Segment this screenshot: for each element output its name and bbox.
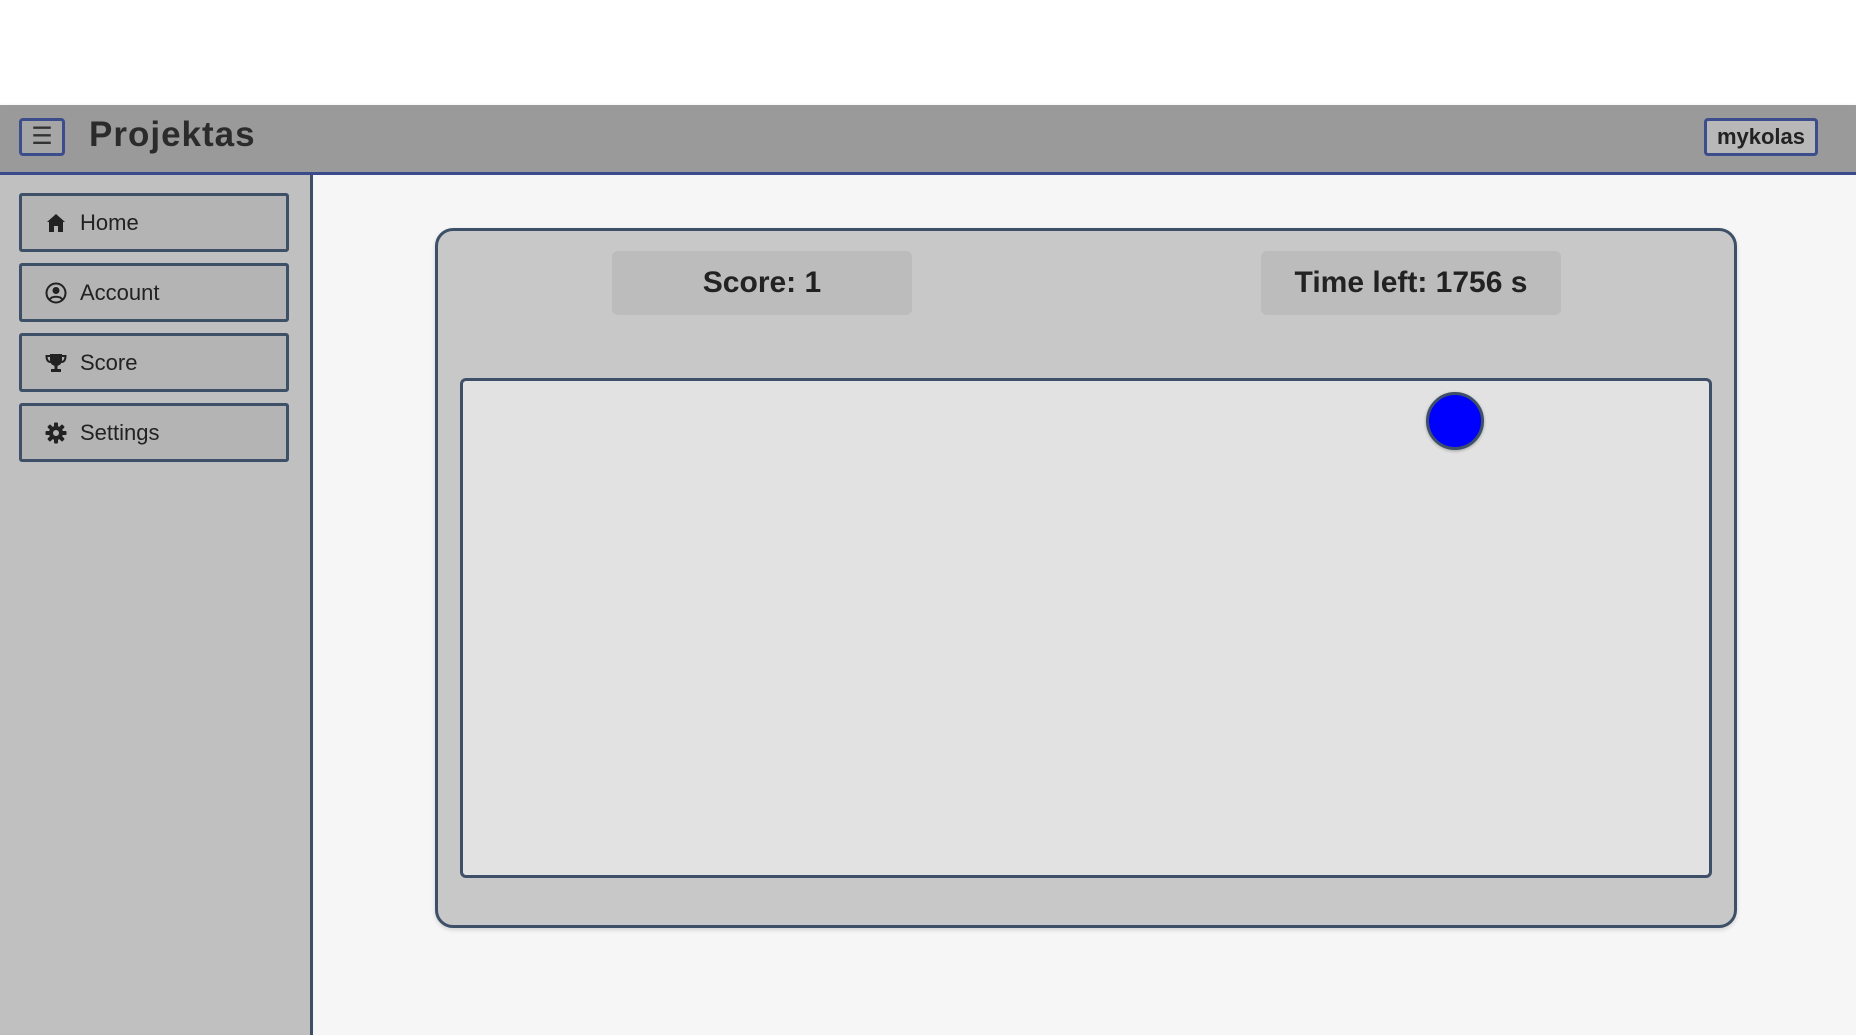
main-content: Score: 1 Time left: 1756 s [313, 175, 1856, 1035]
trophy-icon [44, 351, 68, 375]
sidebar-item-score[interactable]: Score [19, 333, 289, 392]
gear-icon [44, 421, 68, 445]
sidebar-item-label: Settings [80, 419, 160, 445]
game-target-circle[interactable] [1426, 392, 1484, 450]
game-card: Score: 1 Time left: 1756 s [435, 228, 1737, 928]
score-display: Score: 1 [612, 251, 912, 315]
time-left-display: Time left: 1756 s [1261, 251, 1561, 315]
user-circle-icon [44, 281, 68, 305]
sidebar: Home Account Score Settings [0, 175, 313, 1035]
sidebar-item-label: Account [80, 279, 160, 305]
sidebar-item-settings[interactable]: Settings [19, 403, 289, 462]
top-bar: ☰ Projektas mykolas [0, 105, 1856, 175]
hamburger-menu-icon: ☰ [31, 123, 53, 150]
sidebar-item-label: Home [80, 209, 139, 235]
sidebar-item-label: Score [80, 349, 138, 375]
sidebar-item-home[interactable]: Home [19, 193, 289, 252]
hamburger-menu-button[interactable]: ☰ [19, 118, 65, 156]
app-root: ☰ Projektas mykolas Home Account Score S… [0, 105, 1856, 1035]
game-play-area[interactable] [460, 378, 1712, 878]
app-title: Projektas [89, 115, 256, 154]
sidebar-item-account[interactable]: Account [19, 263, 289, 322]
user-account-button[interactable]: mykolas [1703, 118, 1818, 156]
home-icon [44, 211, 68, 235]
